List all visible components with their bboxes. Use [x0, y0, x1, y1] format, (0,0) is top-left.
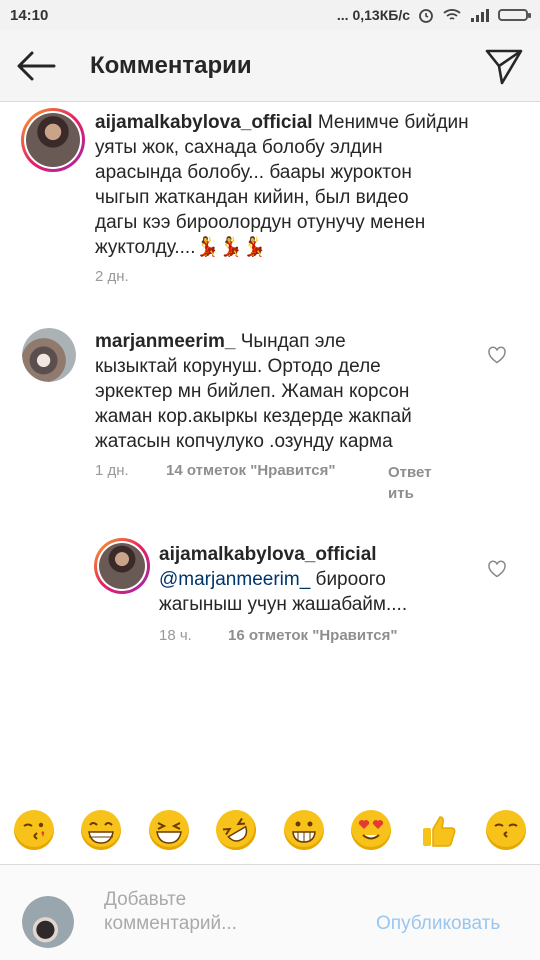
page-title: Комментарии [90, 52, 252, 79]
comment-body-line: Менимче бийдин [317, 112, 469, 133]
comment-body-line: чыгып жаткандан кийин, был видео [95, 187, 409, 208]
grinning-face-icon[interactable] [81, 810, 122, 850]
comment-body-line: жаман кор.акыркы кездерде жакпай [95, 406, 412, 427]
thumbs-up-icon[interactable] [419, 810, 459, 850]
rolling-laughing-face-icon[interactable] [208, 802, 264, 858]
status-icons: ... 0,13КБ/с [336, 7, 531, 23]
kissing-closed-eyes-face-icon[interactable] [486, 810, 527, 850]
comment-text: marjanmeerim_ Чындап эле кызыктай коруну… [95, 329, 475, 454]
comment-body-line: жагыныш учун жашабайм.... [159, 594, 408, 615]
status-time: 14:10 [10, 6, 49, 24]
comment-body-line: бироого [310, 569, 386, 590]
comment-body-line: дагы кээ бироолордун отунучу менен [95, 212, 426, 233]
avatar[interactable] [22, 328, 76, 382]
alarm-icon [419, 9, 433, 23]
like-heart-icon[interactable] [487, 346, 507, 364]
avatar[interactable] [21, 108, 85, 172]
comment-timestamp: 18 ч. [159, 627, 192, 644]
comment-body-line: уяты жок, сахнада болобу элдин [95, 137, 383, 158]
likes-count[interactable]: 14 отметок "Нравится" [166, 462, 335, 479]
mention-link[interactable]: @marjanmeerim_ [159, 569, 310, 590]
like-heart-icon[interactable] [487, 560, 507, 578]
comment-text: aijamalkabylova_official @marjanmeerim_ … [159, 542, 479, 617]
avatar[interactable] [94, 538, 150, 594]
status-bar: 14:10 ... 0,13КБ/с [0, 0, 540, 30]
emoji-quick-bar [0, 796, 540, 865]
app-bar: Комментарии [0, 30, 540, 102]
publish-button[interactable]: Опубликовать [376, 913, 500, 935]
comment-body-line: кызыктай корунуш. Ортодо деле [95, 356, 381, 377]
comment-body-line: Чындап эле [240, 331, 346, 352]
reply-button[interactable]: Ответ ить [388, 462, 432, 504]
signal-icon [471, 9, 489, 22]
kissing-face-icon[interactable] [13, 810, 54, 850]
comment-timestamp: 1 дн. [95, 462, 129, 479]
comment-body-line: эркектер мн бийлеп. Жаман корсон [95, 381, 410, 402]
wifi-icon [443, 9, 461, 20]
comment-body-line: жатасын копчулуко .озунду карма [95, 431, 393, 452]
current-user-avatar [22, 896, 74, 948]
comment-username[interactable]: marjanmeerim_ [95, 331, 235, 352]
network-speed: ... 0,13КБ/с [336, 7, 410, 23]
comment-input[interactable]: Добавьте комментарий... [104, 888, 304, 936]
grimacing-face-icon[interactable] [283, 810, 324, 850]
battery-icon [498, 9, 531, 21]
comment-body-line: жуктолду....💃💃💃 [95, 237, 267, 258]
back-arrow-icon[interactable] [14, 46, 58, 86]
heart-eyes-face-icon[interactable] [351, 810, 392, 850]
comment-input-placeholder: Добавьте [104, 889, 187, 910]
comment-text: aijamalkabylova_official Менимче бийдин … [95, 110, 525, 260]
laughing-face-icon[interactable] [148, 810, 189, 850]
comment-input-placeholder: комментарий... [104, 913, 237, 934]
likes-count[interactable]: 16 отметок "Нравится" [228, 627, 397, 644]
comment-username[interactable]: aijamalkabylova_official [95, 112, 313, 133]
comment-username[interactable]: aijamalkabylova_official [159, 544, 377, 565]
comment-body-line: арасында болобу... баары журоктон [95, 162, 412, 183]
comment-timestamp: 2 дн. [95, 268, 129, 285]
direct-send-icon[interactable] [484, 46, 524, 86]
